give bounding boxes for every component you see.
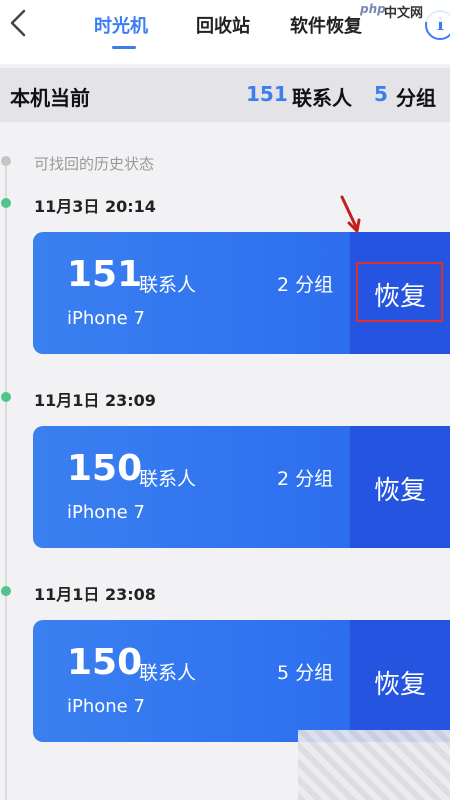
snapshot-contacts-label: 联系人 xyxy=(139,274,197,296)
snapshot-groups: 2 分组 xyxy=(277,468,334,490)
snapshot-timestamp: 11月1日 23:08 xyxy=(34,585,156,604)
history-section-label: 可找回的历史状态 xyxy=(34,155,155,173)
tab-recycle-bin[interactable]: 回收站 xyxy=(196,12,250,38)
restore-button[interactable]: 恢复 xyxy=(350,426,450,548)
back-chevron-icon[interactable] xyxy=(6,8,32,38)
summary-groups-label: 分组 xyxy=(396,86,436,110)
summary-groups-count: 5 xyxy=(374,82,388,106)
snapshot-contacts-label: 联系人 xyxy=(139,662,197,684)
snapshot-contact-count: 150 xyxy=(67,448,143,489)
restore-button-label: 恢复 xyxy=(374,476,427,506)
summary-contacts-count: 151 xyxy=(246,82,288,106)
highlight-box xyxy=(356,262,443,322)
restore-button-label: 恢复 xyxy=(374,670,427,700)
snapshot-contacts-label: 联系人 xyxy=(139,468,197,490)
timeline-dot xyxy=(1,392,11,402)
restore-button[interactable]: 恢复 xyxy=(350,620,450,742)
restore-button[interactable]: 恢复 xyxy=(350,232,450,354)
watermark-site: 中文网 xyxy=(384,6,424,21)
current-device-summary: 本机当前 151 联系人 5 分组 xyxy=(0,68,450,122)
timeline-line xyxy=(5,160,7,800)
watermark-brand: php xyxy=(360,2,386,16)
timeline-start-dot xyxy=(1,156,11,166)
summary-contacts-label: 联系人 xyxy=(292,86,352,110)
tab-software-restore[interactable]: 软件恢复 xyxy=(290,12,362,38)
summary-title: 本机当前 xyxy=(10,86,90,110)
snapshot-contact-count: 150 xyxy=(67,642,143,683)
tab-time-machine[interactable]: 时光机 xyxy=(94,12,148,38)
snapshot-groups: 5 分组 xyxy=(277,662,334,684)
snapshot-device: iPhone 7 xyxy=(67,308,145,329)
snapshot-device: iPhone 7 xyxy=(67,502,145,523)
snapshot-timestamp: 11月3日 20:14 xyxy=(34,197,156,216)
snapshot-card[interactable]: 151 联系人 2 分组 iPhone 7 恢复 xyxy=(33,232,450,354)
pixelated-watermark xyxy=(298,730,450,800)
snapshot-contact-count: 151 xyxy=(67,254,143,295)
snapshot-timestamp: 11月1日 23:09 xyxy=(34,391,156,410)
timeline-dot xyxy=(1,198,11,208)
snapshot-device: iPhone 7 xyxy=(67,696,145,717)
snapshot-card[interactable]: 150 联系人 2 分组 iPhone 7 恢复 xyxy=(33,426,450,548)
snapshot-groups: 2 分组 xyxy=(277,274,334,296)
active-tab-indicator xyxy=(112,46,136,49)
snapshot-card[interactable]: 150 联系人 5 分组 iPhone 7 恢复 xyxy=(33,620,450,742)
watermark: php 中文网 xyxy=(360,0,450,22)
timeline-dot xyxy=(1,586,11,596)
annotation-arrow-icon xyxy=(340,195,361,233)
